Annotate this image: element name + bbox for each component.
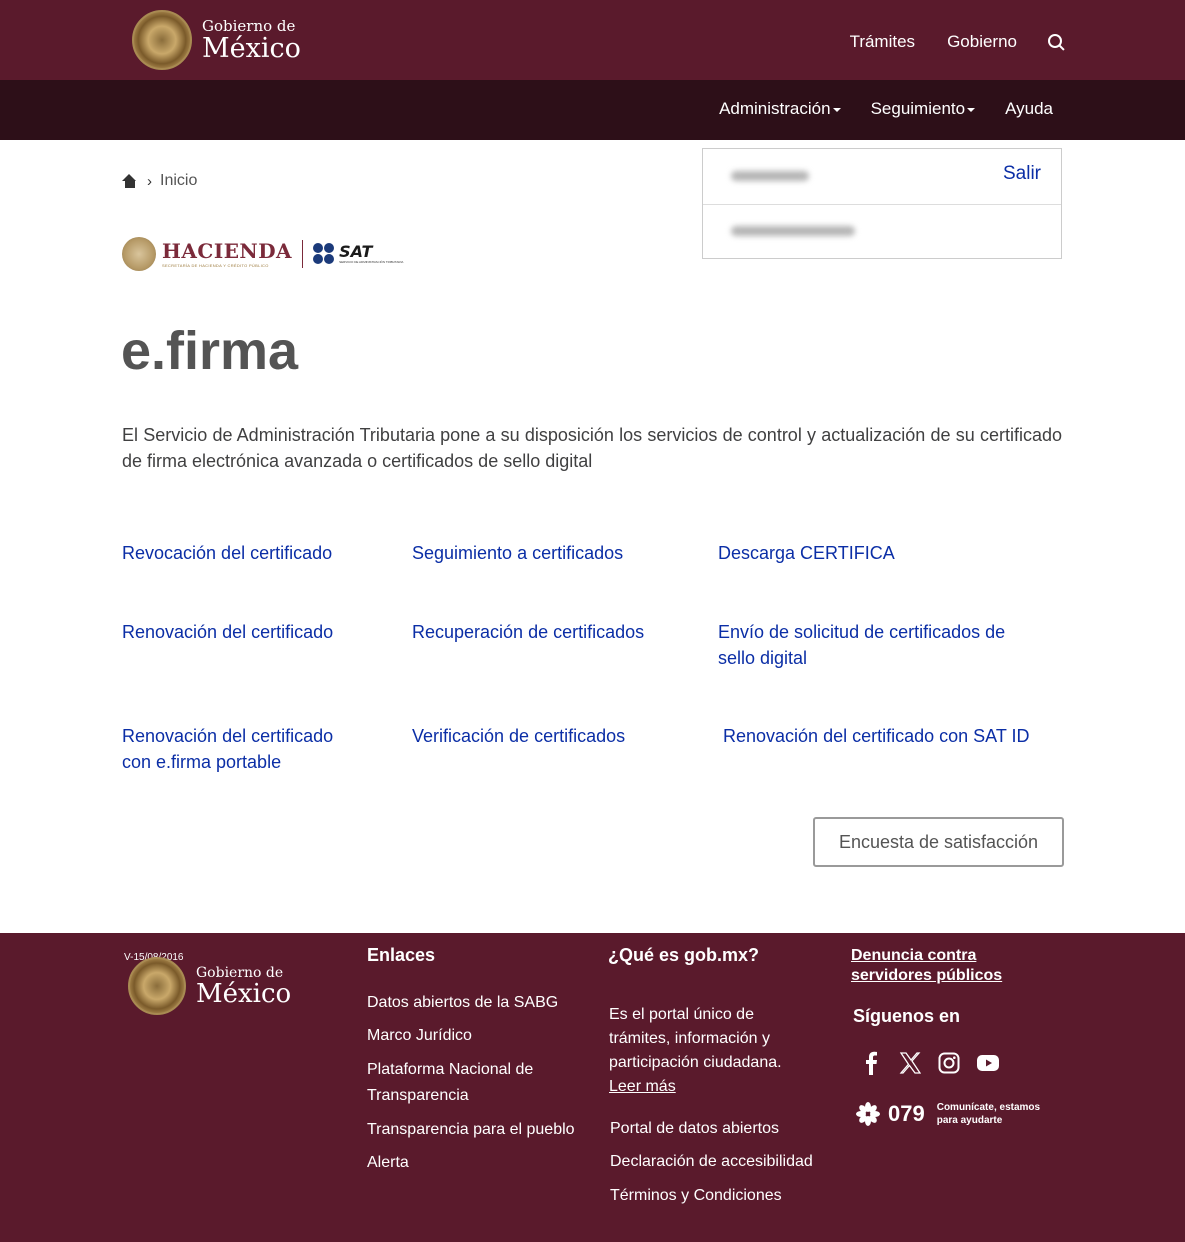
que-es-text: Es el portal único de trámites, informac…: [609, 1003, 809, 1099]
user-session-box: Salir: [702, 148, 1062, 259]
footer-logo-big: México: [196, 978, 292, 1009]
hacienda-logo: HACIENDA SECRETARÍA DE HACIENDA Y CRÉDIT…: [162, 241, 292, 268]
redacted-username: [731, 171, 809, 181]
logout-link[interactable]: Salir: [1003, 163, 1041, 185]
footer-link-alerta[interactable]: Alerta: [367, 1150, 409, 1176]
sat-name: SAT: [339, 242, 373, 261]
sat-dots-icon: [313, 243, 335, 265]
social-links: [858, 1050, 1014, 1076]
chevron-down-icon: [832, 108, 841, 112]
link-renovacion-sat-id[interactable]: Renovación del certificado con SAT ID: [723, 723, 1030, 749]
footer-link-marco-juridico[interactable]: Marco Jurídico: [367, 1023, 472, 1049]
enlaces-title: Enlaces: [367, 945, 436, 965]
facebook-icon[interactable]: [858, 1050, 884, 1076]
footer-gobierno-logo[interactable]: Gobierno de México: [128, 957, 291, 1015]
user-row: Salir: [703, 149, 1061, 204]
gobierno-logo[interactable]: Gobierno de México: [132, 10, 301, 70]
sub-nav: Administración Seguimiento Ayuda: [689, 99, 1053, 119]
top-header: Gobierno de México Trámites Gobierno: [0, 0, 1185, 80]
logo-small-text: Gobierno de: [202, 16, 296, 35]
phone-caption: Comunícate, estamos para ayudarte: [936, 1102, 1041, 1126]
footer-logo-small: Gobierno de: [196, 964, 284, 981]
brand-divider: [302, 240, 304, 268]
que-es-title: ¿Qué es gob.mx?: [608, 945, 760, 965]
link-renovacion[interactable]: Renovación del certificado: [122, 619, 333, 645]
phone-number: 079: [888, 1101, 925, 1126]
home-icon[interactable]: [122, 173, 137, 189]
footer: V-15/08/2016 Gobierno de México Enlaces …: [0, 933, 1185, 1242]
siguenos-title: Síguenos en: [853, 1006, 961, 1026]
user-id-row: [703, 204, 1061, 259]
breadcrumb-inicio: Inicio: [160, 172, 198, 189]
link-verificacion[interactable]: Verificación de certificados: [412, 723, 625, 749]
footer-link-datos-abiertos-sabg[interactable]: Datos abiertos de la SABG: [367, 990, 558, 1016]
hacienda-name: HACIENDA: [162, 238, 293, 263]
leer-mas-link[interactable]: Leer más: [609, 1078, 676, 1095]
menu-administracion[interactable]: Administración: [719, 99, 841, 119]
redacted-user-id: [731, 226, 855, 236]
youtube-icon[interactable]: [975, 1050, 1001, 1076]
menu-seguimiento[interactable]: Seguimiento: [871, 99, 976, 119]
intro-text: El Servicio de Administración Tributaria…: [122, 425, 1062, 471]
link-recuperacion[interactable]: Recuperación de certificados: [412, 619, 644, 645]
sat-logo: SAT SERVICIO DE ADMINISTRACIÓN TRIBUTARI…: [339, 244, 403, 264]
agency-logos: HACIENDA SECRETARÍA DE HACIENDA Y CRÉDIT…: [122, 237, 403, 271]
link-seguimiento[interactable]: Seguimiento a certificados: [412, 540, 623, 566]
sat-subtitle: SERVICIO DE ADMINISTRACIÓN TRIBUTARIA: [339, 260, 404, 264]
denuncia-link[interactable]: Denuncia contra servidores públicos: [851, 946, 1031, 986]
search-icon[interactable]: [1047, 33, 1065, 51]
que-es-description: Es el portal único de trámites, informac…: [609, 1006, 782, 1071]
sub-header: Administración Seguimiento Ayuda: [0, 80, 1185, 140]
national-seal-icon: [132, 10, 192, 70]
breadcrumb: › Inicio: [122, 172, 197, 190]
footer-link-transparencia-pueblo[interactable]: Transparencia para el pueblo: [367, 1117, 575, 1143]
footer-link-accesibilidad[interactable]: Declaración de accesibilidad: [610, 1149, 813, 1175]
menu-seguimiento-label: Seguimiento: [870, 99, 966, 118]
chevron-right-icon: ›: [147, 172, 152, 190]
hacienda-seal-icon: [122, 237, 156, 271]
menu-administracion-label: Administración: [719, 99, 831, 118]
link-envio-solicitud[interactable]: Envío de solicitud de certificados de se…: [718, 619, 1008, 671]
instagram-icon[interactable]: [936, 1050, 962, 1076]
national-seal-icon: [128, 957, 186, 1015]
nav-tramites[interactable]: Trámites: [850, 32, 916, 52]
footer-link-plataforma-transparencia[interactable]: Plataforma Nacional de Transparencia: [367, 1057, 567, 1109]
top-nav: Trámites Gobierno: [818, 32, 1065, 52]
logo-big-text: México: [202, 32, 301, 64]
support-flower-icon: [856, 1102, 880, 1126]
link-descarga-certifica[interactable]: Descarga CERTIFICA: [718, 540, 895, 566]
nav-gobierno[interactable]: Gobierno: [947, 32, 1017, 52]
x-twitter-icon[interactable]: [897, 1050, 923, 1076]
phone-contact[interactable]: 079 Comunícate, estamos para ayudarte: [856, 1101, 1057, 1127]
chevron-down-icon: [967, 108, 976, 112]
page-title: e.firma: [121, 321, 299, 381]
survey-button[interactable]: Encuesta de satisfacción: [813, 817, 1064, 867]
footer-link-portal-datos[interactable]: Portal de datos abiertos: [610, 1116, 779, 1142]
hacienda-subtitle: SECRETARÍA DE HACIENDA Y CRÉDITO PÚBLICO: [162, 262, 269, 268]
footer-link-terminos[interactable]: Términos y Condiciones: [610, 1183, 782, 1209]
menu-ayuda[interactable]: Ayuda: [1005, 99, 1053, 119]
link-renovacion-portable[interactable]: Renovación del certificado con e.firma p…: [122, 723, 362, 775]
link-revocacion[interactable]: Revocación del certificado: [122, 540, 332, 566]
